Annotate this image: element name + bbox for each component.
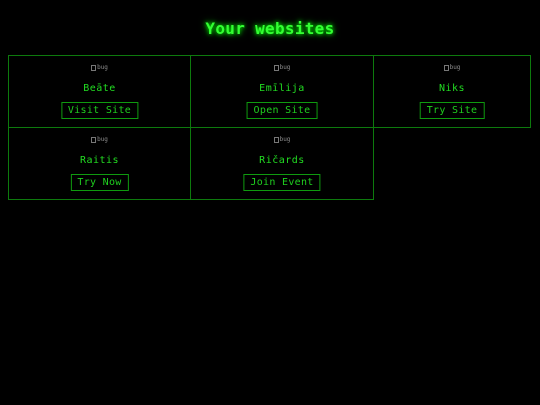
site-name: Niks — [438, 83, 466, 94]
bug-image: bug — [9, 136, 190, 144]
site-card-niks: bug Niks Try Site — [373, 55, 531, 128]
site-name: Emīlija — [259, 83, 305, 94]
bug-image: bug — [374, 64, 530, 72]
site-name: Beāte — [83, 83, 116, 94]
try-now-button[interactable]: Try Now — [70, 174, 129, 191]
bug-image: bug — [9, 64, 190, 72]
bug-image: bug — [191, 64, 373, 72]
try-site-button[interactable]: Try Site — [419, 102, 485, 119]
page-title: Your websites — [205, 19, 335, 38]
site-card-emilija: bug Emīlija Open Site — [190, 55, 374, 128]
site-card-beate: bug Beāte Visit Site — [8, 55, 191, 128]
bug-image: bug — [191, 136, 373, 144]
site-card-raitis: bug Raitis Try Now — [8, 127, 191, 200]
site-name: Raitis — [79, 155, 120, 166]
visit-site-button[interactable]: Visit Site — [60, 102, 139, 119]
site-card-ricards: bug Ričards Join Event — [190, 127, 374, 200]
join-event-button[interactable]: Join Event — [243, 174, 321, 191]
site-name: Ričards — [259, 155, 305, 166]
open-site-button[interactable]: Open Site — [246, 102, 318, 119]
